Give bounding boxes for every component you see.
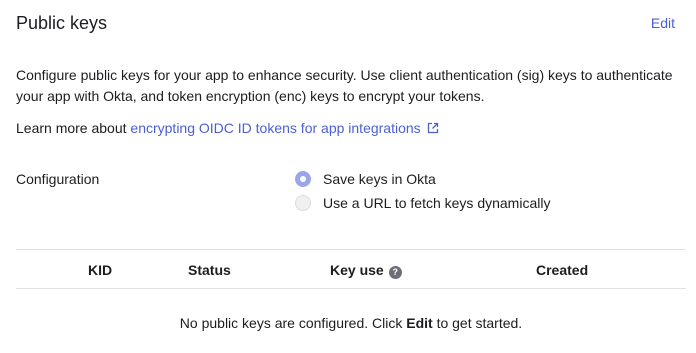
column-header-kid: KID bbox=[88, 262, 113, 278]
column-header-created: Created bbox=[536, 262, 589, 278]
column-header-status: Status bbox=[188, 262, 231, 278]
public-keys-panel: Public keys Edit Configure public keys f… bbox=[0, 0, 696, 353]
learn-more-link-label: encrypting OIDC ID tokens for app integr… bbox=[130, 120, 421, 136]
empty-message-after: to get started. bbox=[432, 315, 523, 331]
radio-label-save-keys: Save keys in Okta bbox=[323, 171, 436, 187]
help-icon[interactable]: ? bbox=[388, 266, 402, 279]
empty-message-edit: Edit bbox=[406, 315, 433, 331]
empty-state-message: No public keys are configured. Click Edi… bbox=[16, 313, 686, 333]
radio-label-url: Use a URL to fetch keys dynamically bbox=[323, 195, 551, 211]
edit-button[interactable]: Edit bbox=[651, 14, 675, 32]
public-keys-table: KID Status Key use? Created No public ke… bbox=[16, 249, 686, 331]
learn-more-prefix: Learn more about bbox=[16, 120, 131, 136]
external-link-icon bbox=[427, 122, 438, 134]
section-description: Configure public keys for your app to en… bbox=[16, 67, 673, 104]
empty-message-before: No public keys are configured. Click bbox=[179, 315, 407, 331]
section-title: Public keys bbox=[16, 13, 108, 33]
learn-more-text: Learn more about encrypting OIDC ID toke… bbox=[16, 118, 439, 138]
column-header-key-use: Key use? bbox=[330, 261, 402, 279]
configuration-radio-group: Save keys in Okta Use a URL to fetch key… bbox=[295, 168, 550, 216]
radio-button-unchecked[interactable] bbox=[295, 195, 311, 211]
radio-button-checked[interactable] bbox=[295, 171, 311, 187]
configuration-label: Configuration bbox=[16, 171, 100, 187]
radio-option-url[interactable]: Use a URL to fetch keys dynamically bbox=[295, 192, 550, 214]
table-header: KID Status Key use? Created bbox=[16, 249, 686, 289]
learn-more-link[interactable]: encrypting OIDC ID tokens for app integr… bbox=[130, 120, 438, 136]
radio-option-save-keys[interactable]: Save keys in Okta bbox=[295, 168, 550, 190]
column-header-key-use-label: Key use bbox=[330, 262, 384, 278]
